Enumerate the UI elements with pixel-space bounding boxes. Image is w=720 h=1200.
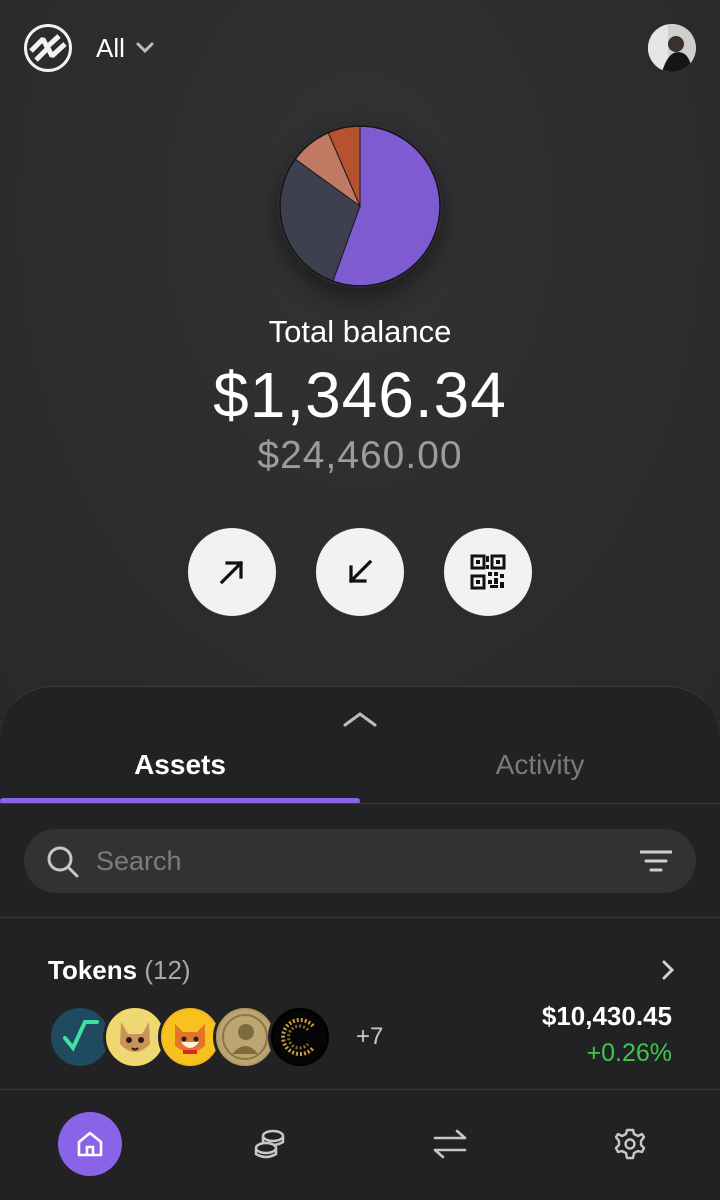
secondary-balance-value: $24,460.00 [257, 434, 463, 477]
search-input[interactable] [96, 841, 616, 881]
wavy-logo-icon[interactable] [24, 24, 72, 72]
nav-home[interactable] [58, 1112, 122, 1176]
search-bar [24, 829, 696, 893]
chevron-right-icon [662, 960, 675, 980]
total-balance-value: $1,346.34 [213, 359, 507, 431]
profile-avatar[interactable] [648, 24, 696, 72]
settings-gear-icon [614, 1128, 646, 1160]
search-icon [47, 846, 79, 878]
nav-assets[interactable] [238, 1112, 302, 1176]
home-icon [77, 1131, 103, 1157]
swap-icon [433, 1129, 467, 1159]
more-tokens-count: +7 [356, 1023, 384, 1050]
portfolio-section: All Total balance $1,346.34 $24,460.00 [0, 0, 720, 720]
tokens-label: Tokens [48, 955, 138, 985]
section-divider [0, 917, 720, 918]
bottom-nav [0, 1090, 720, 1200]
tab-activity[interactable]: Activity [360, 727, 720, 803]
wallet-selector[interactable]: All [96, 30, 155, 66]
qr-code-icon [470, 554, 506, 590]
header: All [24, 20, 696, 76]
receive-button[interactable] [316, 528, 404, 616]
arrow-up-right-icon [219, 560, 244, 585]
tokens-change-percent: +0.26% [586, 1039, 673, 1067]
token-icon-stack: +7 [48, 1005, 408, 1069]
total-balance-label: Total balance [268, 314, 452, 349]
nav-swap[interactable] [418, 1112, 482, 1176]
qr-code-button[interactable] [444, 528, 532, 616]
send-button[interactable] [188, 528, 276, 616]
tab-divider [0, 803, 720, 804]
tab-assets[interactable]: Assets [0, 727, 360, 803]
action-buttons [188, 528, 532, 616]
tokens-title: Tokens (12) [48, 955, 191, 986]
tab-bar: Assets Activity [0, 727, 720, 805]
arrow-down-left-icon [348, 559, 373, 584]
coins-icon [254, 1129, 285, 1159]
wallet-selector-label: All [96, 32, 125, 63]
tokens-total-value: $10,430.45 [541, 1001, 672, 1031]
chevron-down-icon [136, 42, 154, 54]
filter-icon[interactable] [640, 849, 672, 873]
circle-token-icon [268, 1005, 332, 1069]
chevron-up-icon[interactable] [342, 709, 378, 729]
portfolio-pie-chart [279, 125, 441, 287]
nav-settings[interactable] [598, 1112, 662, 1176]
tokens-row[interactable]: Tokens (12) +7 $10,430.45 +0.26% [0, 937, 720, 1087]
tokens-count: (12) [144, 955, 191, 985]
